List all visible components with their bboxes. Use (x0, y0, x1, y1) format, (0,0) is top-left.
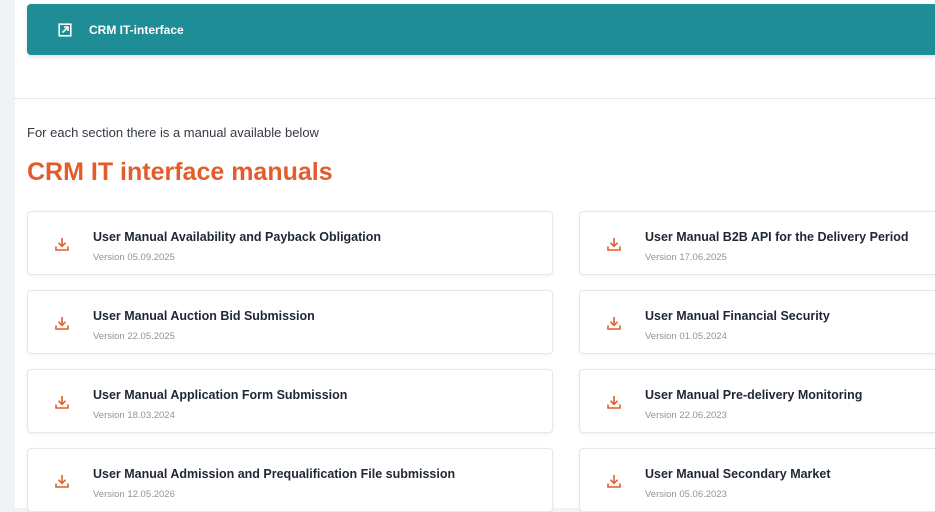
download-icon (606, 473, 622, 489)
manual-title: User Manual Auction Bid Submission (93, 309, 315, 323)
manual-title: User Manual Financial Security (645, 309, 830, 323)
download-icon (54, 315, 70, 331)
intro-text: For each section there is a manual avail… (27, 125, 319, 140)
manual-card[interactable]: User Manual Secondary Market Version 05.… (579, 448, 935, 512)
manual-version: Version 22.06.2023 (645, 410, 727, 421)
external-link-icon[interactable] (57, 22, 73, 38)
download-icon (54, 473, 70, 489)
manual-version: Version 22.05.2025 (93, 331, 175, 342)
download-icon (606, 236, 622, 252)
manual-version: Version 05.09.2025 (93, 252, 175, 263)
manual-card[interactable]: User Manual Financial Security Version 0… (579, 290, 935, 354)
manual-title: User Manual Secondary Market (645, 467, 831, 481)
page-heading: CRM IT interface manuals (27, 158, 333, 186)
manual-card[interactable]: User Manual Availability and Payback Obl… (27, 211, 553, 275)
manual-version: Version 17.06.2025 (645, 252, 727, 263)
page-content: CRM IT-interface For each section there … (15, 0, 935, 512)
manual-version: Version 18.03.2024 (93, 410, 175, 421)
manual-title: User Manual Admission and Prequalificati… (93, 467, 456, 481)
crm-interface-banner[interactable]: CRM IT-interface (27, 4, 935, 55)
download-icon (54, 236, 70, 252)
crm-interface-link[interactable]: CRM IT-interface (89, 23, 184, 37)
manual-title: User Manual Application Form Submission (93, 388, 348, 402)
manual-card[interactable]: User Manual Pre-delivery Monitoring Vers… (579, 369, 935, 433)
manual-title: User Manual Availability and Payback Obl… (93, 230, 382, 244)
manual-card[interactable]: User Manual Application Form Submission … (27, 369, 553, 433)
manual-version: Version 01.05.2024 (645, 331, 727, 342)
manual-version: Version 05.06.2023 (645, 489, 727, 500)
manual-card[interactable]: User Manual B2B API for the Delivery Per… (579, 211, 935, 275)
download-icon (54, 394, 70, 410)
section-divider (15, 98, 935, 99)
download-icon (606, 315, 622, 331)
manual-title: User Manual B2B API for the Delivery Per… (645, 230, 909, 244)
manual-title: User Manual Pre-delivery Monitoring (645, 388, 863, 402)
manual-version: Version 12.05.2026 (93, 489, 175, 500)
download-icon (606, 394, 622, 410)
manual-card[interactable]: User Manual Admission and Prequalificati… (27, 448, 553, 512)
manual-card[interactable]: User Manual Auction Bid Submission Versi… (27, 290, 553, 354)
